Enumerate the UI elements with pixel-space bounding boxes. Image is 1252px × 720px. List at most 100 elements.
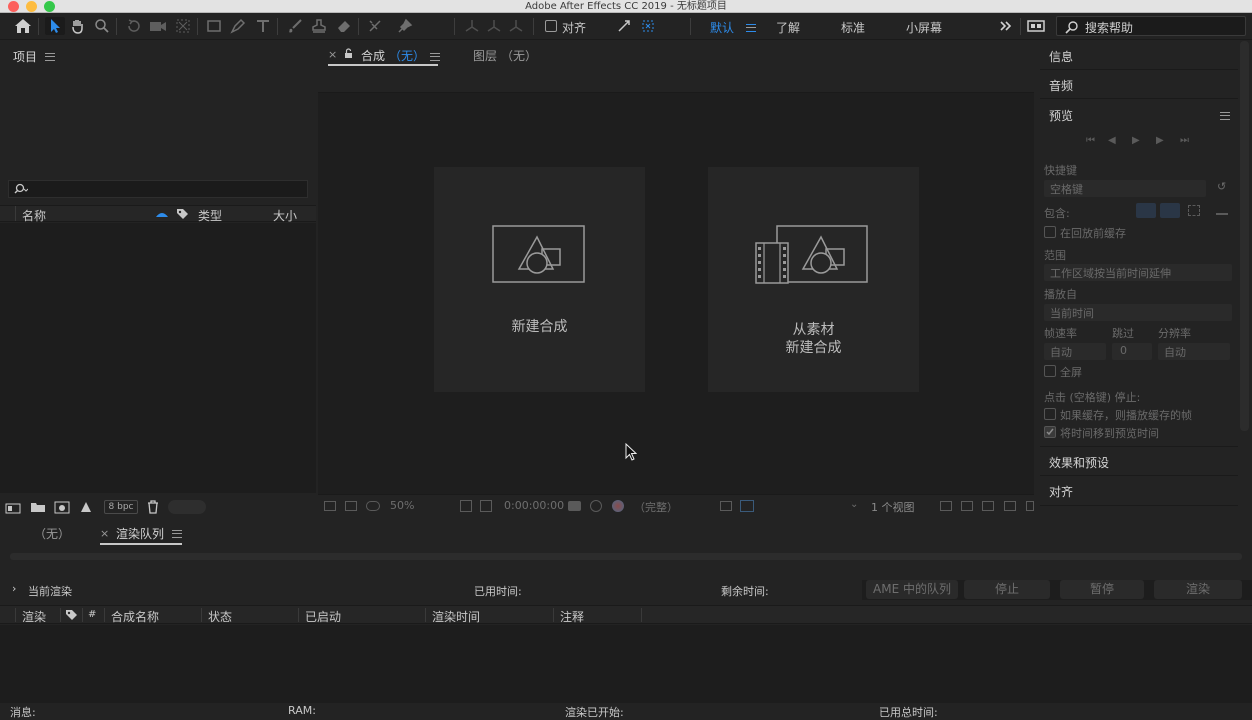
monitor-icon[interactable]: [345, 501, 357, 511]
snap-edges-icon[interactable]: [614, 17, 634, 35]
workspace-menu-icon[interactable]: [746, 24, 756, 32]
render-button[interactable]: 渲染: [1154, 580, 1242, 599]
exposure-icon[interactable]: [1026, 501, 1034, 511]
workspace-default[interactable]: 默认: [710, 19, 734, 36]
stop-button[interactable]: 停止: [964, 580, 1050, 599]
effects-presets-header[interactable]: 效果和预设: [1049, 454, 1109, 471]
selection-tool-icon[interactable]: [45, 17, 65, 35]
label-column[interactable]: [0, 206, 16, 221]
grid-icon[interactable]: [480, 500, 492, 512]
toggle-pixel-aspect-icon[interactable]: [940, 501, 952, 511]
timeline-tab-none[interactable]: （无）: [34, 525, 70, 542]
workspace-standard[interactable]: 标准: [841, 19, 865, 36]
include-overlay-icon[interactable]: [1188, 205, 1200, 216]
play-icon[interactable]: ▶: [1132, 135, 1140, 146]
size-column-header[interactable]: 大小: [273, 207, 297, 224]
started-column[interactable]: 已启动: [305, 608, 341, 625]
skip-dropdown[interactable]: 0: [1112, 343, 1152, 360]
hand-tool-icon[interactable]: [68, 17, 88, 35]
range-dropdown[interactable]: 工作区域按当前时间延伸: [1044, 264, 1232, 281]
composition-tab-value[interactable]: （无）: [389, 47, 425, 64]
show-snapshot-icon[interactable]: [590, 500, 602, 512]
layer-tab-value[interactable]: （无）: [501, 47, 537, 64]
interpret-footage-icon[interactable]: [5, 502, 21, 514]
clone-stamp-tool-icon[interactable]: [309, 17, 329, 35]
resolution-dropdown[interactable]: 自动: [1158, 343, 1230, 360]
workspace-panel-icon[interactable]: [1026, 17, 1046, 35]
close-tab-icon[interactable]: ×: [100, 527, 109, 540]
first-frame-icon[interactable]: ⏮: [1086, 135, 1095, 146]
trash-icon[interactable]: [147, 500, 159, 514]
render-time-column[interactable]: 渲染时间: [432, 608, 480, 625]
composition-tab-menu-icon[interactable]: [430, 53, 440, 61]
puppet-pin-tool-icon[interactable]: [395, 17, 415, 35]
always-preview-icon[interactable]: [324, 501, 336, 511]
move-time-checkbox[interactable]: [1044, 426, 1056, 438]
info-panel-header[interactable]: 信息: [1049, 48, 1073, 65]
brush-tool-icon[interactable]: [285, 17, 305, 35]
shortcut-dropdown[interactable]: 空格键: [1044, 180, 1206, 197]
search-help-field[interactable]: 搜索帮助: [1056, 16, 1246, 36]
lock-icon[interactable]: [344, 48, 353, 59]
label-tag-icon[interactable]: [65, 609, 78, 621]
new-composition-card[interactable]: 新建合成: [434, 167, 645, 392]
project-settings-icon[interactable]: [79, 500, 93, 514]
close-tab-icon[interactable]: ×: [328, 48, 337, 61]
number-column[interactable]: #: [88, 609, 96, 620]
render-queue-tab[interactable]: 渲染队列: [116, 525, 164, 542]
project-item-list[interactable]: [0, 223, 316, 493]
sort-ascending-icon[interactable]: [156, 211, 168, 217]
zoom-tool-icon[interactable]: [92, 17, 112, 35]
reset-icon[interactable]: ↺: [1217, 180, 1226, 193]
if-cached-checkbox[interactable]: [1044, 408, 1056, 420]
local-axis-mode-icon[interactable]: [462, 17, 482, 35]
expand-chevron-icon[interactable]: ›: [12, 582, 16, 595]
camera-tool-icon[interactable]: [148, 17, 168, 35]
new-comp-from-footage-card[interactable]: 从素材 新建合成: [708, 167, 919, 392]
eraser-tool-icon[interactable]: [334, 17, 354, 35]
fullscreen-checkbox[interactable]: [1044, 365, 1056, 377]
play-from-dropdown[interactable]: 当前时间: [1044, 304, 1232, 321]
zoom-dropdown[interactable]: 50%: [390, 499, 414, 512]
new-composition-icon[interactable]: [54, 501, 70, 514]
include-audio-icon[interactable]: [1160, 203, 1180, 218]
fast-preview-icon[interactable]: [961, 501, 973, 511]
export-icon[interactable]: [1216, 205, 1228, 215]
new-folder-icon[interactable]: [30, 501, 46, 513]
view-layout-dropdown[interactable]: 1 个视图: [871, 499, 915, 515]
timeline-icon[interactable]: [982, 501, 994, 511]
home-icon[interactable]: [13, 17, 33, 35]
last-frame-icon[interactable]: ⏭: [1180, 135, 1189, 146]
region-of-interest-icon[interactable]: [720, 501, 732, 511]
view-dropdown-arrow[interactable]: ⌄: [850, 499, 858, 510]
workspace-small-screen[interactable]: 小屏幕: [906, 19, 942, 36]
rotation-tool-icon[interactable]: [124, 17, 144, 35]
vr-icon[interactable]: [366, 501, 380, 511]
right-panel-scrollbar[interactable]: [1240, 41, 1249, 431]
snapshot-camera-icon[interactable]: [568, 501, 581, 511]
flowchart-view-icon[interactable]: [1004, 501, 1016, 511]
pause-button[interactable]: 暂停: [1060, 580, 1144, 599]
status-column[interactable]: 状态: [208, 608, 232, 625]
resolution-dropdown[interactable]: （完整）: [634, 499, 678, 515]
fit-icon[interactable]: [460, 500, 472, 512]
pen-tool-icon[interactable]: [228, 17, 248, 35]
project-search-input[interactable]: [8, 180, 308, 198]
channel-icon[interactable]: [612, 500, 624, 512]
view-axis-mode-icon[interactable]: [506, 17, 526, 35]
name-column-header[interactable]: 名称: [22, 207, 46, 224]
align-panel-header[interactable]: 对齐: [1049, 483, 1073, 500]
cache-before-playback-checkbox[interactable]: [1044, 226, 1056, 238]
render-column[interactable]: 渲染: [22, 608, 46, 625]
previous-frame-icon[interactable]: ◀: [1108, 135, 1116, 146]
world-axis-mode-icon[interactable]: [484, 17, 504, 35]
frame-rate-dropdown[interactable]: 自动: [1044, 343, 1106, 360]
align-checkbox[interactable]: [545, 20, 557, 32]
queue-in-ame-button[interactable]: AME 中的队列: [866, 580, 958, 599]
comp-name-column[interactable]: 合成名称: [111, 608, 159, 625]
snap-features-icon[interactable]: [638, 17, 658, 35]
bit-depth-button[interactable]: 8 bpc: [104, 500, 138, 514]
preview-panel-header[interactable]: 预览: [1049, 107, 1073, 124]
render-queue-list[interactable]: [0, 625, 1252, 703]
roto-brush-tool-icon[interactable]: [365, 17, 385, 35]
